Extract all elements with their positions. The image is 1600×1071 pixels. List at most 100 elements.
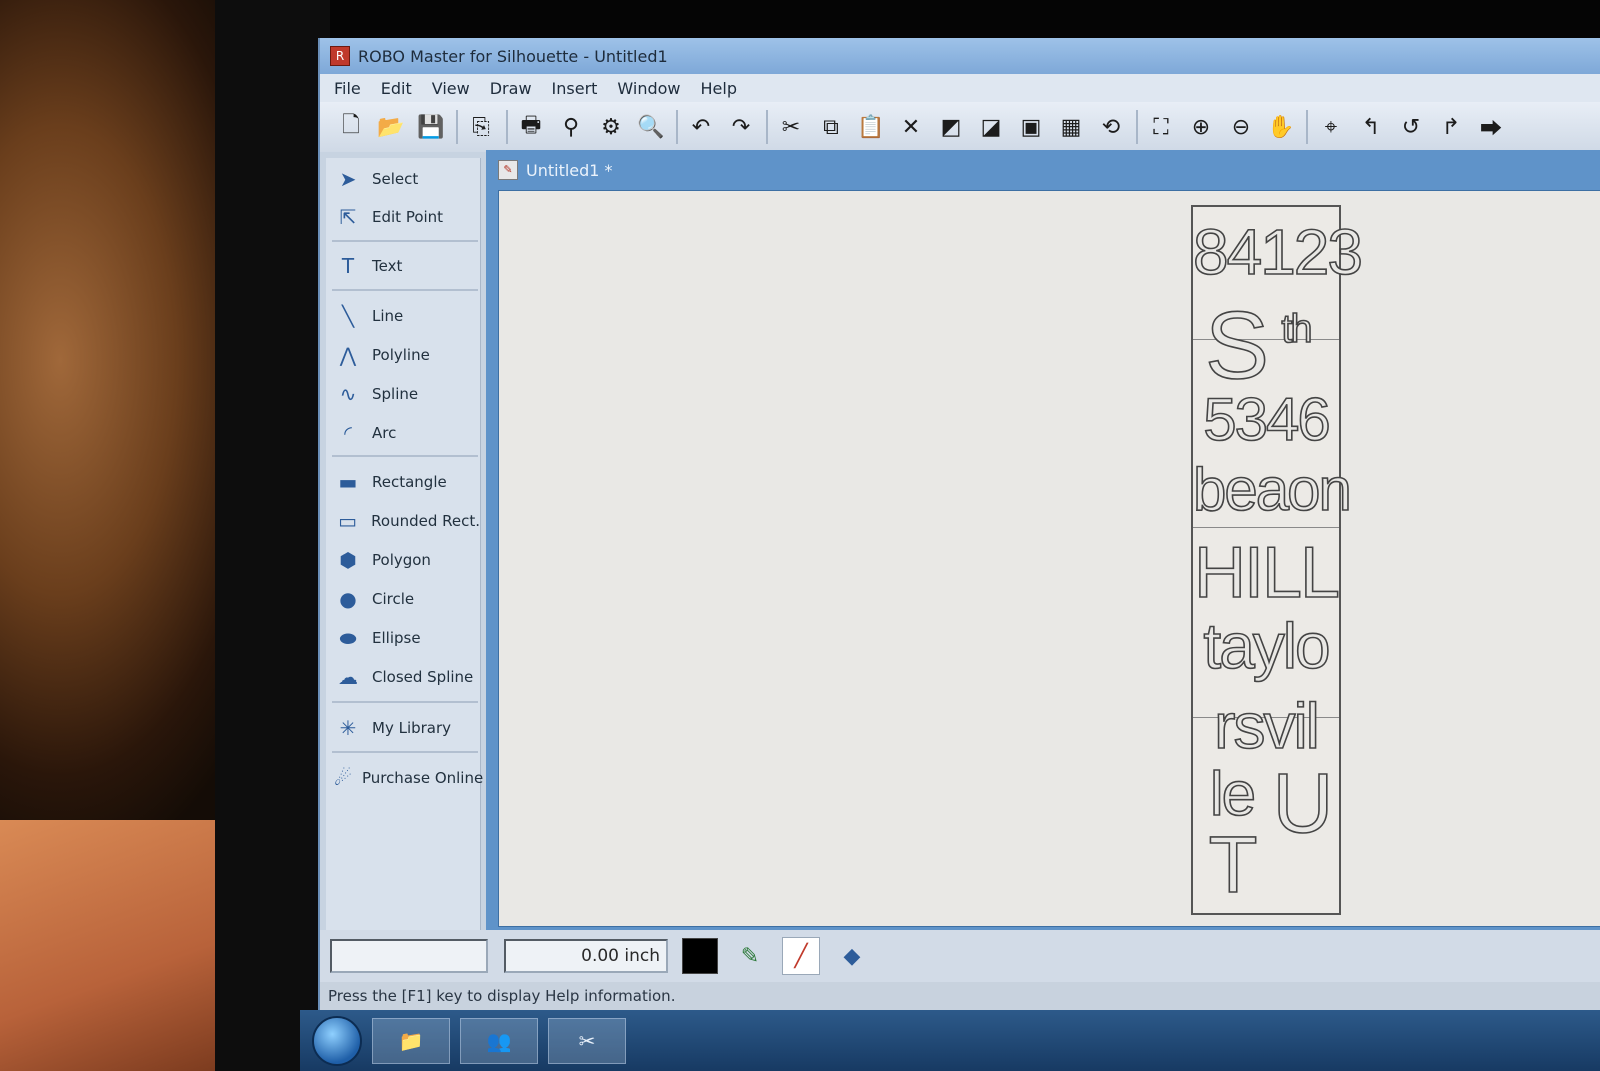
tool-separator (332, 701, 478, 703)
rectangle-icon: ▬ (338, 470, 358, 494)
move-right-icon[interactable]: ↱ (1434, 110, 1468, 144)
menu-insert[interactable]: Insert (552, 79, 598, 98)
tool-select[interactable]: ➤ Select (326, 162, 480, 196)
menu-window[interactable]: Window (617, 79, 680, 98)
start-button[interactable] (312, 1015, 362, 1066)
feed-icon[interactable]: ⮕ (1474, 110, 1508, 144)
line-color-icon[interactable]: ✎ (732, 938, 768, 974)
tool-spline[interactable]: ∿ Spline (326, 377, 480, 411)
design-text-line[interactable]: 84123 (1192, 215, 1364, 289)
design-text-line[interactable]: beaon (1192, 455, 1352, 524)
menu-file[interactable]: File (334, 79, 361, 98)
fit-page-icon[interactable]: ⛶ (1144, 110, 1178, 144)
menu-bar: File Edit View Draw Insert Window Help (320, 74, 1600, 102)
circle-icon: ● (339, 587, 357, 611)
ellipse-icon: ⬬ (339, 626, 357, 650)
menu-help[interactable]: Help (701, 79, 737, 98)
menu-draw[interactable]: Draw (490, 79, 532, 98)
taskbar: 📁 👥 ✂ (300, 1010, 1600, 1071)
rotate-left-icon[interactable]: ↺ (1394, 110, 1428, 144)
fill-bucket-icon[interactable]: ◆ (834, 938, 870, 974)
ungroup-icon[interactable]: ▦ (1054, 110, 1088, 144)
tool-rectangle[interactable]: ▬ Rectangle (326, 465, 480, 499)
tool-label: Rounded Rect. (371, 512, 480, 530)
print-setup-icon[interactable]: ⚙ (594, 110, 628, 144)
menu-edit[interactable]: Edit (381, 79, 412, 98)
tool-purchase-online[interactable]: ☄ Purchase Online (326, 761, 484, 795)
toolbar-separator (456, 110, 458, 144)
design-text-line[interactable]: T (1159, 819, 1305, 911)
document-icon: ✎ (498, 160, 518, 180)
send-to-cutter-icon[interactable]: ⎘ (464, 110, 498, 144)
tool-label: Spline (372, 385, 419, 403)
monitor-bezel (215, 0, 330, 1071)
move-left-icon[interactable]: ↰ (1354, 110, 1388, 144)
pan-hand-icon[interactable]: ✋ (1264, 110, 1298, 144)
status-row: 0.00 inch ✎ ╱ ◆ (320, 930, 1600, 982)
tool-my-library[interactable]: ✳ My Library (326, 711, 480, 745)
document-tab[interactable]: ✎ Untitled1 * (498, 154, 613, 186)
tool-label: Rectangle (372, 473, 447, 491)
paste-icon[interactable]: 📋 (854, 110, 888, 144)
menu-view[interactable]: View (432, 79, 470, 98)
fill-color-swatch[interactable] (682, 938, 718, 974)
users-task-icon[interactable]: 👥 (460, 1017, 538, 1064)
tool-closed-spline[interactable]: ☁ Closed Spline (326, 660, 480, 694)
tool-label: Polygon (372, 551, 431, 569)
tool-arc[interactable]: ◜ Arc (326, 416, 480, 450)
quickcut-task-icon[interactable]: ✂ (548, 1017, 626, 1064)
zoom-in-icon[interactable]: ⊕ (1184, 110, 1218, 144)
save-icon[interactable]: 💾 (414, 110, 448, 144)
group-icon[interactable]: ▣ (1014, 110, 1048, 144)
polygon-icon: ⬢ (339, 548, 357, 572)
library-star-icon: ✳ (339, 716, 357, 740)
print-preview-icon[interactable]: 🔍 (634, 110, 668, 144)
tool-ellipse[interactable]: ⬬ Ellipse (326, 621, 480, 655)
tool-label: Edit Point (372, 208, 444, 226)
design-text-line[interactable]: rsvil (1193, 689, 1339, 763)
drawing-canvas[interactable]: 84123 S th 5346 beaon HILL taylo rsvil l… (498, 190, 1600, 927)
toolbar-separator (676, 110, 678, 144)
undo-icon[interactable]: ↶ (684, 110, 718, 144)
tool-circle[interactable]: ● Circle (326, 582, 480, 616)
zoom-out-icon[interactable]: ⊖ (1224, 110, 1258, 144)
delete-icon[interactable]: ✕ (894, 110, 928, 144)
app-window: R ROBO Master for Silhouette - Untitled1… (300, 38, 1600, 1071)
cut-icon[interactable]: ⚲ (554, 110, 588, 144)
tool-polygon[interactable]: ⬢ Polygon (326, 543, 480, 577)
design-text-line[interactable]: taylo (1193, 609, 1339, 683)
copy-icon[interactable]: ⧉ (814, 110, 848, 144)
tool-separator (332, 240, 478, 242)
send-back-icon[interactable]: ◪ (974, 110, 1008, 144)
tool-label: Purchase Online (361, 769, 484, 787)
edit-point-icon: ⇱ (339, 205, 357, 229)
open-icon[interactable]: 📂 (374, 110, 408, 144)
tool-rounded-rect[interactable]: ▭ Rounded Rect. (326, 504, 480, 538)
design-page[interactable]: 84123 S th 5346 beaon HILL taylo rsvil l… (1191, 205, 1364, 915)
text-t-icon: T (341, 254, 355, 278)
design-text-line[interactable]: th (1223, 306, 1369, 352)
bring-front-icon[interactable]: ◩ (934, 110, 968, 144)
design-text-line[interactable]: 5346 (1193, 385, 1339, 454)
position-field (330, 939, 488, 973)
tool-text[interactable]: T Text (326, 249, 480, 283)
title-bar[interactable]: R ROBO Master for Silhouette - Untitled1 (320, 38, 1600, 74)
explorer-task-icon[interactable]: 📁 (372, 1017, 450, 1064)
tool-edit-point[interactable]: ⇱ Edit Point (326, 200, 480, 234)
redo-icon[interactable]: ↷ (724, 110, 758, 144)
draw-tools-panel: ➤ Select ⇱ Edit Point T Text ╲ Line ⋀ Polyline ∿ Sp… (326, 158, 484, 938)
design-divider (1193, 527, 1339, 528)
tool-line[interactable]: ╲ Line (326, 299, 480, 333)
tool-label: Closed Spline (372, 668, 474, 686)
no-fill-icon[interactable]: ╱ (782, 937, 820, 975)
unit-field[interactable]: 0.00 inch (504, 939, 668, 973)
rotate-icon[interactable]: ⟲ (1094, 110, 1128, 144)
print-icon[interactable]: 🖶 (514, 110, 548, 144)
app-logo-icon: R (330, 46, 350, 66)
registration-icon[interactable]: ⌖ (1314, 110, 1348, 144)
tool-label: Select (372, 170, 419, 188)
scissors-icon[interactable]: ✂ (774, 110, 808, 144)
new-doc-icon[interactable]: 🗋 (334, 110, 368, 144)
tool-polyline[interactable]: ⋀ Polyline (326, 338, 480, 372)
design-text-line[interactable]: HILL (1193, 532, 1341, 614)
